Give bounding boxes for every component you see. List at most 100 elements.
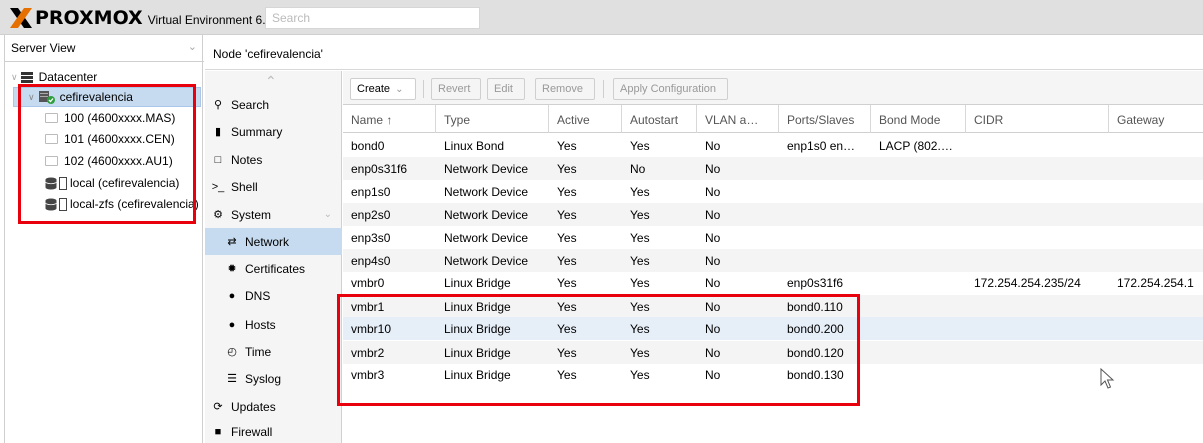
- cell-ports-slaves: [779, 157, 871, 180]
- table-row[interactable]: vmbr1 Linux Bridge Yes Yes No bond0.110: [343, 295, 1203, 318]
- menu-item-label: Time: [245, 344, 272, 359]
- tree-item-label: local-zfs (cefirevalencia): [70, 197, 199, 211]
- menu-item-time[interactable]: ◴ Time: [205, 338, 342, 365]
- cell-autostart: Yes: [630, 231, 650, 245]
- tree-item-node[interactable]: ∨ cefirevalencia: [13, 87, 201, 107]
- cell-name: vmbr2: [351, 346, 385, 360]
- table-row[interactable]: enp2s0 Network Device Yes Yes No: [343, 203, 1203, 226]
- cell-type: Network Device: [444, 231, 529, 245]
- panel-title: Node 'cefirevalencia': [205, 35, 1203, 70]
- cell-autostart: Yes: [630, 185, 650, 199]
- menu-item-shell[interactable]: >_ Shell: [205, 173, 342, 200]
- table-row[interactable]: vmbr2 Linux Bridge Yes Yes No bond0.120: [343, 341, 1203, 364]
- cell-cidr: [966, 157, 1109, 180]
- tree-item-storage-local-zfs[interactable]: local-zfs (cefirevalencia): [45, 194, 201, 214]
- menu-item-network[interactable]: ⇄ Network: [205, 228, 342, 255]
- column-header-vlan-aware[interactable]: VLAN a…: [697, 105, 779, 133]
- tree-item-vm-101[interactable]: 101 (4600xxxx.CEN): [45, 129, 201, 149]
- create-button[interactable]: Create ⌄: [350, 78, 416, 100]
- column-header-type[interactable]: Type: [436, 105, 549, 133]
- cell-ports-slaves: bond0.200: [787, 322, 844, 336]
- vm-icon: [45, 113, 58, 123]
- edit-button[interactable]: Edit: [487, 78, 525, 100]
- tree-item-datacenter[interactable]: ∨ Datacenter: [11, 67, 201, 87]
- menu-item-system[interactable]: ⚙ System ⌄: [205, 201, 342, 228]
- cell-bond-mode: [871, 226, 966, 249]
- menu-item-summary[interactable]: ▮ Summary: [205, 118, 342, 145]
- cell-active: Yes: [557, 300, 577, 314]
- menu-item-search[interactable]: ⚲ Search: [205, 91, 342, 118]
- vm-icon: [45, 156, 58, 166]
- menu-item-hosts[interactable]: ● Hosts: [205, 311, 342, 338]
- cell-vlan-aware: No: [705, 368, 721, 382]
- menu-item-firewall[interactable]: ■ Firewall: [205, 421, 342, 443]
- tree-item-storage-local[interactable]: local (cefirevalencia): [45, 173, 201, 193]
- column-header-cidr[interactable]: CIDR: [966, 105, 1109, 133]
- cell-autostart: Yes: [630, 276, 650, 290]
- chevron-down-icon: ⌄: [395, 84, 404, 95]
- table-row[interactable]: vmbr0 Linux Bridge Yes Yes No enp0s31f6 172.25…: [343, 271, 1203, 294]
- proxmox-logo: PROXMOX Virtual Environment 6.3-3: [9, 6, 283, 30]
- menu-item-label: Notes: [231, 152, 263, 167]
- cell-ports-slaves: enp1s0 en…: [787, 139, 856, 153]
- book-icon: ▮: [214, 126, 222, 138]
- cell-cidr: [966, 363, 1109, 386]
- column-header-autostart[interactable]: Autostart: [622, 105, 697, 133]
- column-header-active[interactable]: Active: [549, 105, 622, 133]
- tree-item-vm-102[interactable]: 102 (4600xxxx.AU1): [45, 151, 201, 171]
- certificate-icon: ✹: [227, 263, 237, 275]
- cell-name: enp3s0: [351, 231, 391, 245]
- search-input[interactable]: Search: [265, 7, 480, 29]
- tree-item-label: 100 (4600xxxx.MAS): [64, 111, 176, 125]
- chevron-down-icon: ∨: [28, 91, 35, 102]
- column-header-bond-mode[interactable]: Bond Mode: [871, 105, 966, 133]
- menu-item-updates[interactable]: ⟳ Updates: [205, 393, 342, 420]
- revert-button[interactable]: Revert: [431, 78, 481, 100]
- notes-icon: □: [214, 153, 222, 166]
- menu-item-certificates[interactable]: ✹ Certificates: [205, 255, 342, 282]
- cell-bond-mode: [871, 341, 966, 364]
- table-row[interactable]: bond0 Linux Bond Yes Yes No enp1s0 en… LACP (8…: [343, 134, 1203, 157]
- scroll-up-icon[interactable]: ⌃: [265, 73, 277, 90]
- column-header-gateway[interactable]: Gateway: [1109, 105, 1203, 133]
- view-selector[interactable]: Server View ⌄: [5, 35, 204, 62]
- cell-ports-slaves: enp0s31f6: [787, 276, 844, 290]
- cell-vlan-aware: No: [705, 208, 721, 222]
- table-row[interactable]: enp4s0 Network Device Yes Yes No: [343, 249, 1203, 272]
- tree-item-vm-100[interactable]: 100 (4600xxxx.MAS): [45, 108, 201, 128]
- cell-active: Yes: [557, 346, 577, 360]
- column-header-ports-slaves[interactable]: Ports/Slaves: [779, 105, 871, 133]
- tree-item-label: 102 (4600xxxx.AU1): [64, 154, 173, 168]
- table-row[interactable]: vmbr3 Linux Bridge Yes Yes No bond0.130: [343, 363, 1203, 386]
- menu-item-notes[interactable]: □ Notes: [205, 146, 342, 173]
- cell-cidr: [966, 180, 1109, 203]
- cell-autostart: Yes: [630, 322, 650, 336]
- chevron-down-icon: ∨: [11, 71, 18, 82]
- menu-item-dns[interactable]: ● DNS: [205, 282, 342, 309]
- cell-bond-mode: [871, 295, 966, 318]
- brand-name: PROXMOX: [35, 7, 143, 29]
- cell-cidr: 172.254.254.235/24: [974, 276, 1081, 290]
- cell-cidr: [966, 341, 1109, 364]
- cell-vlan-aware: No: [705, 185, 721, 199]
- cell-name: bond0: [351, 139, 385, 153]
- column-header-name[interactable]: Name ↑: [343, 105, 436, 133]
- toolbar-separator: [423, 80, 424, 98]
- remove-button[interactable]: Remove: [535, 78, 595, 100]
- menu-item-label: Firewall: [231, 425, 273, 439]
- cell-vlan-aware: No: [705, 231, 721, 245]
- cell-bond-mode: [871, 317, 966, 340]
- table-row[interactable]: enp3s0 Network Device Yes Yes No: [343, 226, 1203, 249]
- table-row[interactable]: enp1s0 Network Device Yes Yes No: [343, 180, 1203, 203]
- cell-gateway: [1109, 341, 1203, 364]
- table-row[interactable]: enp0s31f6 Network Device Yes No No: [343, 157, 1203, 180]
- apply-configuration-button[interactable]: Apply Configuration: [613, 78, 728, 100]
- globe-icon: ●: [228, 289, 236, 302]
- storage-status-icon: [59, 197, 67, 211]
- clock-icon: ◴: [227, 346, 237, 358]
- cell-vlan-aware: No: [705, 322, 721, 336]
- mouse-cursor-icon: [1100, 368, 1115, 389]
- cell-autostart: Yes: [630, 254, 650, 268]
- menu-item-syslog[interactable]: ☰ Syslog: [205, 365, 342, 392]
- table-row[interactable]: vmbr10 Linux Bridge Yes Yes No bond0.200: [343, 317, 1203, 340]
